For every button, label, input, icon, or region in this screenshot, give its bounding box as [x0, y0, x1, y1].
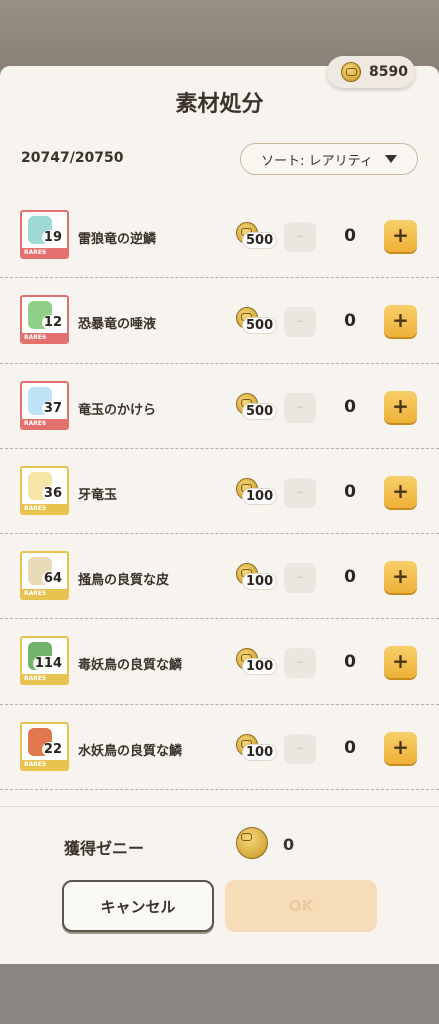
rarity-label: RARE5 [22, 589, 67, 599]
material-name: 雷狼竜の逆鱗 [78, 232, 157, 247]
sell-price: 100 [236, 477, 278, 508]
earned-zenny-amount: 0 [283, 835, 295, 854]
sell-quantity: 0 [344, 396, 356, 417]
increase-button[interactable]: + [384, 220, 417, 252]
rarity-label: RARE5 [22, 503, 67, 513]
disposal-footer: 獲得ゼニー 0 キャンセル OK [0, 806, 439, 964]
sell-price: 100 [236, 733, 278, 764]
page-title: 素材処分 [175, 92, 264, 117]
material-row: 19 RARE6 雷狼竜の逆鱗 500 - 0 + [0, 193, 439, 279]
owned-quantity: 64 [41, 571, 64, 587]
sell-price: 500 [236, 392, 278, 423]
material-name: 竜玉のかけら [78, 402, 157, 418]
owned-quantity: 12 [41, 315, 64, 331]
price-value: 100 [242, 658, 278, 676]
decrease-button[interactable]: - [284, 563, 316, 594]
decrease-button[interactable]: - [284, 733, 316, 764]
decrease-button[interactable]: - [284, 648, 316, 679]
price-value: 100 [242, 487, 278, 505]
decrease-button[interactable]: - [284, 477, 316, 508]
zenny-coin-icon [236, 827, 268, 859]
price-value: 100 [242, 573, 278, 591]
increase-button[interactable]: + [384, 305, 417, 338]
sell-price: 100 [236, 563, 278, 593]
material-name: 牙竜玉 [78, 487, 118, 503]
increase-button[interactable]: + [384, 475, 417, 508]
rarity-label: RARE5 [22, 759, 67, 769]
owned-quantity: 22 [41, 741, 64, 757]
ok-button[interactable]: OK [225, 880, 377, 932]
triangle-down-icon [384, 155, 397, 163]
rarity-label: RARE6 [22, 333, 67, 343]
rarity-label: RARE6 [22, 418, 67, 428]
sell-quantity: 0 [344, 737, 356, 758]
increase-button[interactable]: + [384, 390, 417, 423]
material-icon: 12 RARE6 [20, 295, 69, 345]
material-icon: 22 RARE5 [20, 721, 69, 771]
material-name: 恐暴竜の唾液 [78, 317, 157, 333]
earned-zenny-label: 獲得ゼニー [64, 839, 145, 858]
decrease-button[interactable]: - [284, 392, 316, 423]
sell-quantity: 0 [344, 226, 356, 246]
sell-price: 500 [236, 307, 278, 337]
price-value: 100 [242, 743, 278, 761]
material-icon: 19 RARE6 [20, 210, 69, 259]
material-name: 水妖鳥の良質な鱗 [78, 743, 183, 759]
decrease-button[interactable]: - [284, 222, 316, 252]
material-row: 22 RARE5 水妖鳥の良質な鱗 100 - 0 + [0, 705, 439, 791]
sell-price: 500 [236, 222, 278, 252]
material-icon: 114 RARE5 [20, 636, 69, 686]
sort-label: ソート: レアリティ [261, 153, 373, 169]
decrease-button[interactable]: - [284, 307, 316, 338]
zenny-balance-badge: 8590 [327, 56, 415, 88]
rarity-label: RARE5 [22, 674, 67, 684]
zenny-balance: 8590 [369, 64, 408, 80]
material-icon: 36 RARE5 [20, 465, 69, 515]
material-list: 19 RARE6 雷狼竜の逆鱗 500 - 0 + 12 RARE6 恐暴竜の唾… [0, 193, 439, 791]
increase-button[interactable]: + [384, 731, 417, 764]
price-value: 500 [242, 232, 278, 249]
sell-quantity: 0 [344, 652, 356, 673]
increase-button[interactable]: + [384, 561, 417, 594]
material-name: 毒妖鳥の良質な鱗 [78, 658, 183, 674]
sell-quantity: 0 [344, 481, 356, 502]
sell-quantity: 0 [344, 311, 356, 332]
zenny-coin-icon [341, 62, 361, 82]
cancel-button[interactable]: キャンセル [62, 880, 214, 932]
material-row: 37 RARE6 竜玉のかけら 500 - 0 + [0, 364, 439, 449]
owned-quantity: 37 [41, 400, 64, 416]
material-count: 20747/20750 [21, 150, 124, 166]
material-icon: 64 RARE5 [20, 551, 69, 601]
increase-button[interactable]: + [384, 646, 417, 679]
background-bottom [0, 962, 439, 1024]
owned-quantity: 19 [41, 230, 64, 245]
rarity-label: RARE6 [22, 248, 67, 257]
owned-quantity: 114 [32, 656, 64, 672]
owned-quantity: 36 [41, 485, 64, 501]
sort-dropdown[interactable]: ソート: レアリティ [240, 143, 418, 175]
material-row: 114 RARE5 毒妖鳥の良質な鱗 100 - 0 + [0, 619, 439, 705]
price-value: 500 [242, 317, 278, 335]
price-value: 500 [242, 402, 278, 420]
material-name: 掻鳥の良質な皮 [78, 573, 170, 589]
sell-quantity: 0 [344, 567, 356, 588]
material-row: 64 RARE5 掻鳥の良質な皮 100 - 0 + [0, 534, 439, 620]
material-icon: 37 RARE6 [20, 380, 69, 430]
sell-price: 100 [236, 648, 278, 678]
material-row: 36 RARE5 牙竜玉 100 - 0 + [0, 449, 439, 535]
material-row: 12 RARE6 恐暴竜の唾液 500 - 0 + [0, 278, 439, 364]
